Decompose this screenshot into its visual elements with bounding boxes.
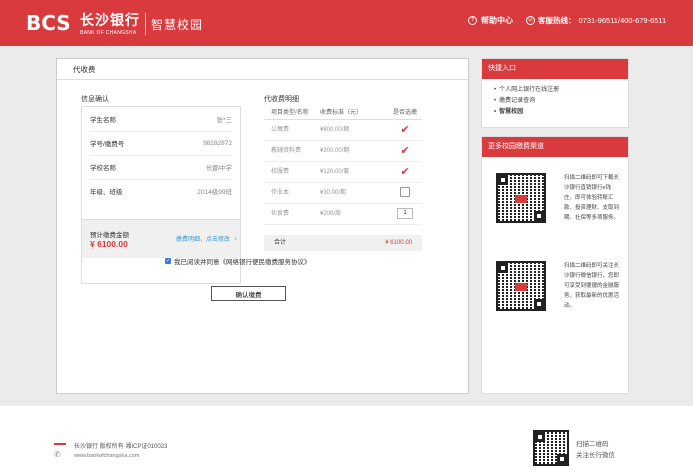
check-icon: ✔ xyxy=(400,145,410,157)
fee-price: ¥200/周 xyxy=(320,211,342,217)
bank-name-en: BANK OF CHANGSHA xyxy=(80,30,137,36)
quantity-input[interactable]: 1 xyxy=(397,207,413,219)
quick-access-list: 个人网上银行在线注册 缴费记录查询 智慧校园 xyxy=(482,79,628,118)
info-value: 2014级99班 xyxy=(197,189,232,196)
col-header: 是否选缴 xyxy=(392,110,417,116)
more-channels-title: 更多校园缴费渠道 xyxy=(482,137,628,157)
footer-accent xyxy=(54,443,66,445)
fee-total: 合计 ¥ 6100.00 xyxy=(264,235,422,251)
info-value: 98282872 xyxy=(203,139,232,147)
fee-table: 项目类型/名称 收费标准（元） 是否选缴 公寓费 ¥800.00/期 ✔ 教辅资… xyxy=(264,107,422,251)
hotline: ☏ 客服热线： 0731-96511/400-679-6511 xyxy=(526,15,666,26)
info-row: 学生名称 张*三 xyxy=(90,107,232,132)
fee-row: 作业本 ¥30.00/期 xyxy=(264,183,422,204)
fee-checkbox-checked[interactable]: ✔ xyxy=(388,162,422,182)
col-header: 收费标准（元） xyxy=(320,110,363,116)
footer-scan-text: 扫描二维码 关注长行微信 xyxy=(576,439,615,461)
confirm-payment-button[interactable]: 确认缴费 xyxy=(211,286,286,301)
fee-row: 校服费 ¥120.00/套 ✔ xyxy=(264,162,422,183)
fee-section-title: 代收费明细 xyxy=(264,96,299,103)
quick-link[interactable]: 智慧校园 xyxy=(494,107,628,118)
info-row: 学号/缴费号 98282872 xyxy=(90,131,232,156)
quick-access-title: 快捷入口 xyxy=(482,59,628,79)
fee-price: ¥120.00/套 xyxy=(320,169,350,175)
info-section-title: 信息确认 xyxy=(81,96,109,103)
edit-details-label: 缴费明细，点击修改 xyxy=(175,237,230,243)
fee-name: 校服费 xyxy=(271,169,290,175)
agreement-checkbox[interactable]: ✓ xyxy=(165,258,171,264)
fee-checkbox-checked[interactable]: ✔ xyxy=(388,120,422,140)
qr-code-ebank xyxy=(496,173,546,223)
logo-divider xyxy=(145,13,146,35)
fee-row: 教辅资料费 ¥200.00/期 ✔ xyxy=(264,141,422,162)
fee-row: 公寓费 ¥800.00/期 ✔ xyxy=(264,120,422,141)
qr-code-wechat xyxy=(496,261,546,311)
quick-access-panel: 快捷入口 个人网上银行在线注册 缴费记录查询 智慧校园 xyxy=(481,58,629,128)
info-label: 学校名称 xyxy=(90,165,116,172)
qr-ebank-text: 扫描二维码即可下载长沙银行直销银行e钱庄，即可体验转账汇款、投资理财、支取到期、… xyxy=(564,175,620,221)
fee-price: ¥200.00/期 xyxy=(320,148,350,154)
estimate-amount: ¥ 6100.00 xyxy=(90,239,128,249)
scan-line: 关注长行微信 xyxy=(576,452,615,459)
help-icon: ? xyxy=(468,16,477,25)
fee-name: 教辅资料费 xyxy=(271,148,302,154)
check-icon: ✔ xyxy=(400,124,410,136)
total-label: 合计 xyxy=(274,240,287,246)
top-header: BCS 长沙银行 BANK OF CHANGSHA 智慧校园 ? 帮助中心 ☏ … xyxy=(0,0,693,46)
chevron-right-icon: › xyxy=(234,233,237,243)
info-value: 张*三 xyxy=(216,117,232,124)
hotline-label: 客服热线： xyxy=(538,16,576,25)
site-link[interactable]: www.bankofchangsha.com xyxy=(74,453,139,459)
fee-checkbox-checked[interactable]: ✔ xyxy=(388,141,422,161)
hotline-number: 0731-96511/400-679-6511 xyxy=(578,16,667,25)
total-amount: ¥ 6100.00 xyxy=(385,240,412,246)
col-header: 项目类型/名称 xyxy=(271,110,309,116)
info-value: 长郡中学 xyxy=(206,165,232,172)
product-name: 智慧校园 xyxy=(151,18,204,32)
payment-panel: 代收费 信息确认 学生名称 张*三 学号/缴费号 98282872 学校名称 长… xyxy=(56,58,469,394)
info-row: 年级、班级 2014级99班 xyxy=(90,179,232,203)
phone-icon: ✆ xyxy=(54,450,61,459)
agreement: ✓ 我已阅读并同意《网络银行便民缴费服务协议》 xyxy=(165,256,311,266)
info-label: 学生名称 xyxy=(90,117,116,124)
edit-details-link[interactable]: 缴费明细，点击修改 › xyxy=(175,233,237,243)
check-icon: ✔ xyxy=(400,166,410,178)
agreement-text[interactable]: 我已阅读并同意《网络银行便民缴费服务协议》 xyxy=(174,256,311,266)
estimate-box: 预计缴费金额 ¥ 6100.00 缴费明细，点击修改 › xyxy=(82,219,240,258)
quick-link[interactable]: 个人网上银行在线注册 xyxy=(494,85,628,96)
fee-checkbox-unchecked[interactable] xyxy=(400,187,410,198)
panel-title: 代收费 xyxy=(57,59,468,80)
info-label: 年级、班级 xyxy=(90,189,123,196)
help-label: 帮助中心 xyxy=(481,16,513,25)
scan-line: 扫描二维码 xyxy=(576,441,609,448)
info-label: 学号/缴费号 xyxy=(90,141,125,148)
bank-name: 长沙银行 xyxy=(80,12,140,28)
info-row: 学校名称 长郡中学 xyxy=(90,155,232,180)
fee-price: ¥30.00/期 xyxy=(320,190,347,196)
footer: 长沙银行 版权所有 湘ICP证010023 ✆ www.bankofchangs… xyxy=(0,406,693,472)
bank-logo[interactable]: BCS xyxy=(26,11,71,35)
more-channels-panel: 更多校园缴费渠道 扫描二维码即可下载长沙银行直销银行e钱庄，即可体验转账汇款、投… xyxy=(481,136,629,394)
fee-table-header: 项目类型/名称 收费标准（元） 是否选缴 xyxy=(264,107,422,120)
estimate-label: 预计缴费金额 xyxy=(90,232,129,239)
qr-wechat-text: 扫描二维码即可关注长沙银行微信银行，您即可享受到便捷的金融服务，获取最新的优惠活… xyxy=(564,263,620,309)
quick-link[interactable]: 缴费记录查询 xyxy=(494,96,628,107)
fee-price: ¥800.00/期 xyxy=(320,127,350,133)
copyright: 长沙银行 版权所有 湘ICP证010023 xyxy=(74,444,168,450)
fee-name: 作业本 xyxy=(271,190,290,196)
footer-qr-code xyxy=(533,430,569,466)
help-center-link[interactable]: ? 帮助中心 xyxy=(468,15,513,26)
fee-row: 伙食费 ¥200/周 1 xyxy=(264,204,422,225)
fee-name: 公寓费 xyxy=(271,127,290,133)
phone-icon: ☏ xyxy=(526,16,535,25)
fee-name: 伙食费 xyxy=(271,211,290,217)
